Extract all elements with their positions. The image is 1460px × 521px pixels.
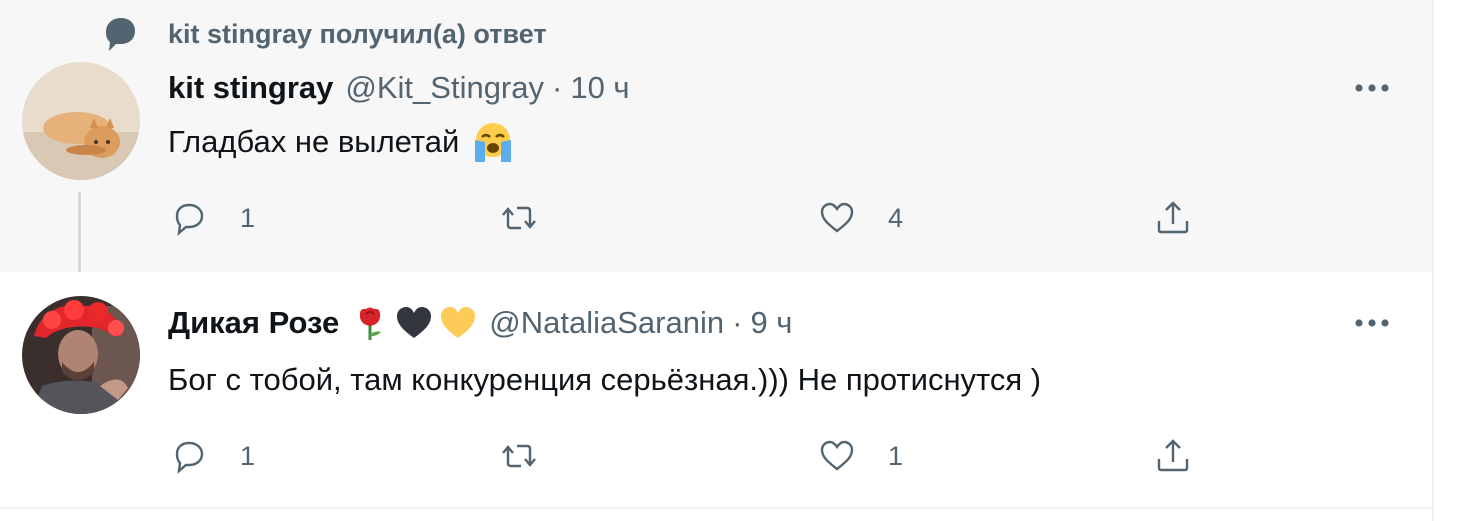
- social-context: kit stingray получил(а) ответ: [100, 14, 547, 54]
- cat-avatar-image: [22, 62, 140, 180]
- like-count: 1: [888, 440, 904, 471]
- reply-button[interactable]: 1: [170, 196, 255, 240]
- reply-button[interactable]: 1: [170, 434, 255, 478]
- reply-count: 1: [240, 202, 256, 233]
- avatar[interactable]: [22, 62, 140, 180]
- social-context-text: kit stingray получил(а) ответ: [168, 18, 547, 49]
- more-dots-icon: [1355, 84, 1389, 92]
- heart-icon: [820, 440, 854, 471]
- display-name[interactable]: Дикая Розе: [168, 305, 339, 341]
- avatar[interactable]: [22, 296, 140, 414]
- tweet-divider: [0, 507, 1432, 509]
- retweet-button[interactable]: [500, 196, 570, 240]
- more-dots-icon: [1355, 319, 1389, 327]
- reply-count: 1: [240, 440, 256, 471]
- share-icon: [1157, 439, 1189, 472]
- heart-icon: [820, 202, 854, 233]
- rose-emoji: [360, 307, 382, 340]
- tweet-kit-stingray[interactable]: kit stingray получил(а) ответ kit stingr…: [0, 0, 1432, 272]
- retweet-button[interactable]: [500, 434, 570, 478]
- man-avatar-image: [22, 296, 140, 414]
- yellow-heart-emoji: [441, 307, 476, 338]
- share-button[interactable]: [1154, 196, 1192, 240]
- timestamp[interactable]: 9 ч: [750, 305, 792, 341]
- tweet-natalia-saranin[interactable]: Дикая Розе @NataliaSaranin · 9 ч Бог с т…: [0, 272, 1432, 508]
- more-options-button[interactable]: [1352, 303, 1392, 343]
- tweet-header: kit stingray @Kit_Stingray · 10 ч: [168, 66, 630, 110]
- retweet-icon: [502, 206, 536, 230]
- tweet-text-content: Гладбах не вылетай: [168, 124, 460, 159]
- black-heart-emoji: [397, 307, 432, 338]
- tweet-text-content: Бог с тобой, там конкуренция серьёзная.)…: [168, 362, 1042, 397]
- share-icon: [1157, 201, 1189, 234]
- like-count: 4: [888, 202, 904, 233]
- separator-dot: ·: [732, 305, 743, 340]
- reply-icon: [175, 203, 204, 236]
- user-handle[interactable]: @NataliaSaranin: [489, 305, 724, 341]
- loudly-crying-face-emoji: [475, 123, 512, 162]
- timestamp[interactable]: 10 ч: [570, 70, 629, 106]
- share-button[interactable]: [1154, 434, 1192, 478]
- like-button[interactable]: 4: [818, 196, 903, 240]
- display-name[interactable]: kit stingray: [168, 70, 333, 106]
- separator-dot: ·: [552, 70, 563, 105]
- name-emojis: [351, 304, 477, 342]
- tweet-text: Бог с тобой, там конкуренция серьёзная.)…: [168, 358, 1041, 402]
- speech-bubble-icon: [106, 18, 135, 51]
- retweet-icon: [502, 444, 536, 468]
- reply-icon: [175, 441, 204, 474]
- timeline-border: [1432, 0, 1434, 521]
- like-button[interactable]: 1: [818, 434, 903, 478]
- user-handle[interactable]: @Kit_Stingray: [345, 70, 544, 106]
- tweet-header: Дикая Розе @NataliaSaranin · 9 ч: [168, 301, 792, 345]
- more-options-button[interactable]: [1352, 68, 1392, 108]
- tweet-text: Гладбах не вылетай: [168, 120, 515, 164]
